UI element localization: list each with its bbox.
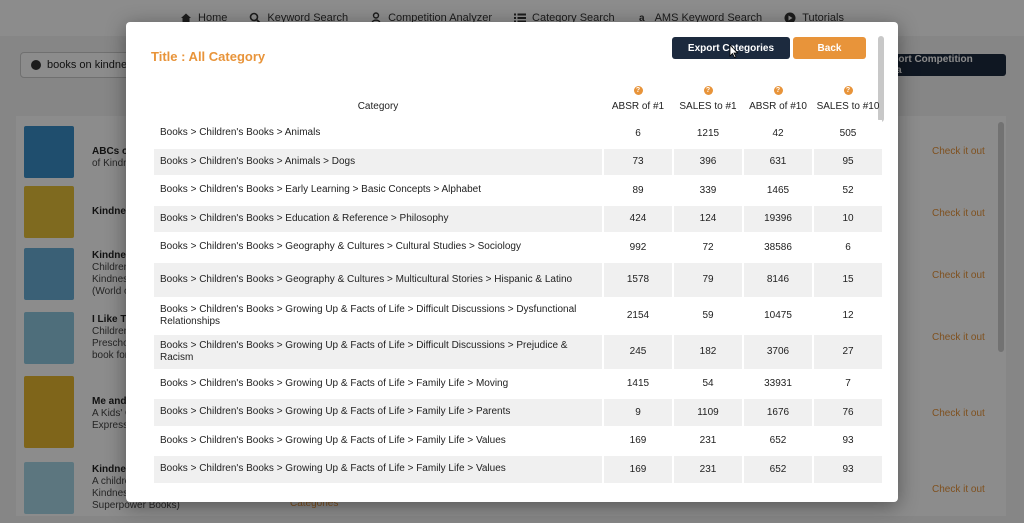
sales10-cell: 505	[814, 120, 882, 147]
absr1-cell: 245	[604, 334, 672, 369]
sales10-cell: 7	[814, 370, 882, 397]
sales1-cell: 59	[674, 298, 742, 333]
help-icon[interactable]: ?	[773, 86, 783, 95]
absr1-cell: 169	[604, 427, 672, 454]
category-cell: Books > Children's Books > Geography & C…	[154, 262, 602, 297]
col-header-sales1: ? SALES to #1	[679, 86, 737, 112]
sales10-cell: 52	[814, 177, 882, 204]
col-header-absr10: ? ABSR of #10	[749, 86, 807, 112]
col-header-absr1: ? ABSR of #1	[611, 86, 665, 112]
absr10-cell: 42	[744, 120, 812, 147]
category-cell: Books > Children's Books > Growing Up & …	[154, 298, 602, 333]
absr1-cell: 1578	[604, 262, 672, 297]
table-row: Books > Children's Books > Growing Up & …	[154, 427, 882, 454]
absr10-cell: 1465	[744, 177, 812, 204]
table-row: Books > Children's Books > Geography & C…	[154, 234, 882, 261]
help-icon[interactable]: ?	[843, 86, 853, 95]
absr10-cell: 10475	[744, 298, 812, 333]
sales1-cell: 396	[674, 148, 742, 175]
table-row: Books > Children's Books > Growing Up & …	[154, 456, 882, 483]
col-header-category: Category	[357, 101, 399, 112]
sales1-cell: 231	[674, 456, 742, 483]
table-row: Books > Children's Books > Growing Up & …	[154, 399, 882, 426]
absr10-cell: 631	[744, 148, 812, 175]
absr1-cell: 424	[604, 205, 672, 232]
absr1-cell: 6	[604, 120, 672, 147]
category-cell: Books > Children's Books > Education & R…	[154, 205, 602, 232]
absr1-cell: 992	[604, 234, 672, 261]
sales1-cell: 339	[674, 177, 742, 204]
category-cell: Books > Children's Books > Animals	[154, 120, 602, 147]
absr10-cell: 652	[744, 427, 812, 454]
absr10-cell: 8146	[744, 262, 812, 297]
category-cell: Books > Children's Books > Growing Up & …	[154, 334, 602, 369]
sales1-cell: 124	[674, 205, 742, 232]
modal-title: Title : All Category	[151, 49, 266, 64]
sales10-cell: 10	[814, 205, 882, 232]
category-cell: Books > Children's Books > Geography & C…	[154, 234, 602, 261]
absr1-cell: 9	[604, 399, 672, 426]
category-cell: Books > Children's Books > Growing Up & …	[154, 427, 602, 454]
back-button[interactable]: Back	[793, 37, 866, 59]
table-row: Books > Children's Books > Growing Up & …	[154, 298, 882, 333]
mouse-pointer-icon	[729, 44, 739, 58]
table-row: Books > Children's Books > Animals > Dog…	[154, 148, 882, 175]
sales1-cell: 182	[674, 334, 742, 369]
absr1-cell: 73	[604, 148, 672, 175]
all-category-modal: Title : All Category Export Categories B…	[126, 22, 898, 502]
category-cell: Books > Children's Books > Early Learnin…	[154, 177, 602, 204]
category-cell: Books > Children's Books > Growing Up & …	[154, 456, 602, 483]
absr10-cell: 38586	[744, 234, 812, 261]
absr1-cell: 1415	[604, 370, 672, 397]
table-row: Books > Children's Books > Education & R…	[154, 205, 882, 232]
absr1-cell: 89	[604, 177, 672, 204]
sales1-cell: 231	[674, 427, 742, 454]
sales1-cell: 1109	[674, 399, 742, 426]
table-header-row: Category ? ABSR of #1 ? SALES to #1 ? AB…	[154, 82, 882, 118]
absr10-cell: 3706	[744, 334, 812, 369]
table-row: Books > Children's Books > Growing Up & …	[154, 370, 882, 397]
table-row: Books > Children's Books > Geography & C…	[154, 262, 882, 297]
sales1-cell: 54	[674, 370, 742, 397]
col-header-sales10: ? SALES to #10	[816, 86, 880, 112]
help-icon[interactable]: ?	[633, 86, 643, 95]
sales1-cell: 72	[674, 234, 742, 261]
absr10-cell: 1676	[744, 399, 812, 426]
sales1-cell: 79	[674, 262, 742, 297]
table-row: Books > Children's Books > Growing Up & …	[154, 334, 882, 369]
sales10-cell: 12	[814, 298, 882, 333]
sales10-cell: 15	[814, 262, 882, 297]
sales10-cell: 93	[814, 456, 882, 483]
category-table: Category ? ABSR of #1 ? SALES to #1 ? AB…	[152, 80, 884, 485]
absr10-cell: 652	[744, 456, 812, 483]
table-row: Books > Children's Books > Early Learnin…	[154, 177, 882, 204]
sales10-cell: 27	[814, 334, 882, 369]
absr10-cell: 33931	[744, 370, 812, 397]
absr10-cell: 19396	[744, 205, 812, 232]
help-icon[interactable]: ?	[703, 86, 713, 95]
table-row: Books > Children's Books > Animals 6 121…	[154, 120, 882, 147]
sales10-cell: 6	[814, 234, 882, 261]
category-cell: Books > Children's Books > Growing Up & …	[154, 370, 602, 397]
absr1-cell: 169	[604, 456, 672, 483]
absr1-cell: 2154	[604, 298, 672, 333]
category-cell: Books > Children's Books > Animals > Dog…	[154, 148, 602, 175]
sales1-cell: 1215	[674, 120, 742, 147]
category-cell: Books > Children's Books > Growing Up & …	[154, 399, 602, 426]
sales10-cell: 95	[814, 148, 882, 175]
sales10-cell: 93	[814, 427, 882, 454]
sales10-cell: 76	[814, 399, 882, 426]
